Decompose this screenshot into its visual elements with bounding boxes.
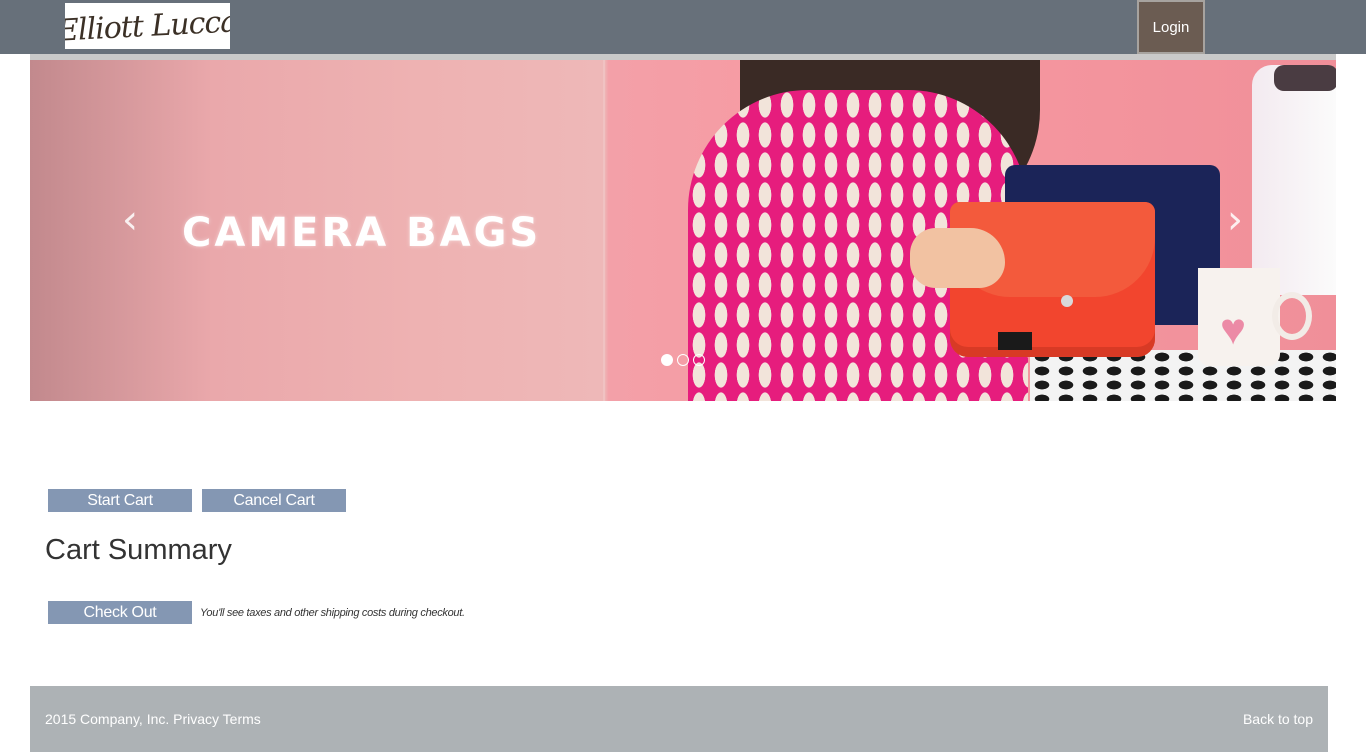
back-to-top-link[interactable]: Back to top bbox=[1243, 711, 1313, 727]
footer-copyright: 2015 Company, Inc. Privacy Terms bbox=[45, 711, 261, 727]
scene-bottle bbox=[1252, 65, 1336, 295]
hero-carousel: CAMERA BAGS ♥ ‹ › bbox=[30, 60, 1336, 401]
scene-bag-label bbox=[998, 332, 1032, 350]
carousel-dot-3[interactable] bbox=[693, 354, 705, 366]
chevron-left-icon[interactable]: ‹ bbox=[115, 200, 145, 240]
carousel-dot-2[interactable] bbox=[677, 354, 689, 366]
checkout-note: You'll see taxes and other shipping cost… bbox=[200, 607, 465, 619]
scene-patterned-fabric bbox=[1030, 350, 1336, 401]
login-button[interactable]: Login bbox=[1137, 0, 1205, 54]
checkout-button[interactable]: Check Out bbox=[48, 601, 192, 624]
carousel-slide-title: CAMERA BAGS bbox=[182, 210, 542, 256]
brand-logo[interactable]: Elliott Lucca bbox=[65, 3, 230, 49]
cart-summary-heading: Cart Summary bbox=[45, 534, 232, 566]
start-cart-button[interactable]: Start Cart bbox=[48, 489, 192, 512]
carousel-indicators bbox=[661, 354, 705, 366]
hero-panel-divider bbox=[603, 60, 605, 401]
scene-mug-handle bbox=[1272, 292, 1312, 340]
scene-hand bbox=[910, 228, 1005, 288]
page-footer: 2015 Company, Inc. Privacy Terms Back to… bbox=[30, 686, 1328, 752]
carousel-dot-1[interactable] bbox=[661, 354, 673, 366]
logo-signature: Elliott Lucca bbox=[65, 3, 230, 49]
cancel-cart-button[interactable]: Cancel Cart bbox=[202, 489, 346, 512]
scene-bag-button bbox=[1061, 295, 1073, 307]
scene-bottle-cap bbox=[1274, 65, 1336, 91]
chevron-right-icon[interactable]: › bbox=[1220, 200, 1250, 240]
top-navbar: Elliott Lucca Login bbox=[0, 0, 1366, 54]
heart-icon: ♥ bbox=[1219, 305, 1247, 354]
